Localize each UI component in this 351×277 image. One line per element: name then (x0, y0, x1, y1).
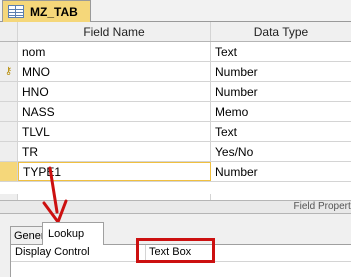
table-row[interactable]: HNO Number (0, 82, 351, 102)
table-row[interactable]: TLVL Text (0, 122, 351, 142)
field-name-cell[interactable]: TLVL (18, 122, 211, 141)
field-name-cell[interactable]: HNO (18, 82, 211, 101)
data-type-cell[interactable]: Text (211, 122, 351, 141)
annotation-highlight-box (136, 238, 215, 263)
table-row[interactable]: ⚷ MNO Number (0, 62, 351, 82)
tab-lookup[interactable]: Lookup (42, 222, 104, 245)
row-selector[interactable] (0, 82, 18, 101)
table-row-current[interactable]: TYPE1 Number (0, 162, 351, 182)
document-tab-strip: MZ_TAB (0, 0, 351, 22)
table-row[interactable]: TR Yes/No (0, 142, 351, 162)
field-properties-label: Field Properti (293, 201, 351, 212)
table-row[interactable]: nom Text (0, 42, 351, 62)
data-type-cell[interactable]: Number (211, 162, 351, 181)
field-name-cell[interactable]: TYPE1 (18, 162, 211, 181)
field-name-cell[interactable]: TR (18, 142, 211, 161)
data-type-header: Data Type (253, 24, 309, 39)
field-grid: Field Name Data Type nom Text ⚷ MNO Numb… (0, 22, 351, 182)
data-type-cell[interactable]: Number (211, 62, 351, 81)
field-name-cell[interactable]: NASS (18, 102, 211, 121)
table-tab[interactable]: MZ_TAB (2, 0, 91, 22)
row-selector[interactable] (0, 42, 18, 61)
row-selector-header[interactable] (0, 22, 18, 41)
table-tab-label: MZ_TAB (30, 4, 78, 19)
row-selector[interactable] (0, 122, 18, 141)
grid-header-row: Field Name Data Type (0, 22, 351, 42)
data-type-cell[interactable]: Yes/No (211, 142, 351, 161)
table-row[interactable]: NASS Memo (0, 102, 351, 122)
field-properties-bar: Field Properti (0, 200, 351, 214)
field-name-header: Field Name (18, 22, 211, 41)
display-control-label: Display Control (15, 246, 90, 258)
field-name-cell[interactable]: MNO (18, 62, 211, 81)
primary-key-icon: ⚷ (4, 66, 13, 77)
row-selector[interactable] (0, 162, 18, 181)
data-type-cell[interactable]: Memo (211, 102, 351, 121)
data-type-cell[interactable]: Number (211, 82, 351, 101)
row-selector[interactable] (0, 142, 18, 161)
data-type-cell[interactable]: Text (211, 42, 351, 61)
row-selector[interactable]: ⚷ (0, 62, 18, 81)
table-icon (8, 5, 24, 18)
row-selector[interactable] (0, 102, 18, 121)
field-name-cell[interactable]: nom (18, 42, 211, 61)
